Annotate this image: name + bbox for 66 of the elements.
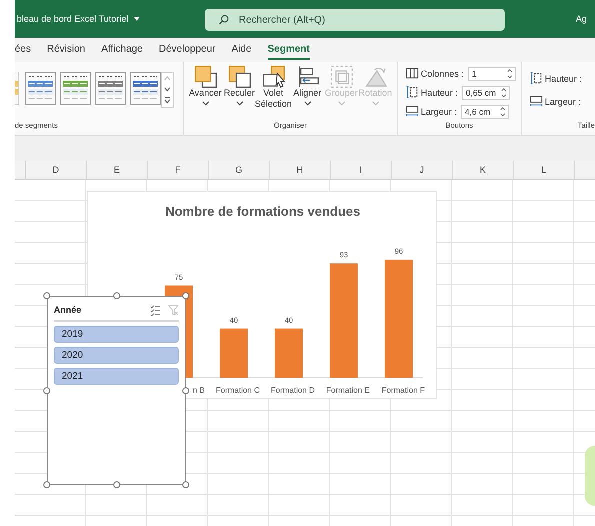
category-label: n B (192, 386, 205, 395)
ribbon-button[interactable]: Aligner (290, 66, 324, 106)
ribbon-button[interactable]: Avancer (188, 66, 222, 106)
height-icon (406, 86, 419, 99)
multi-select-icon[interactable] (150, 304, 161, 316)
ribbon-tab[interactable]: Développeur (159, 40, 216, 60)
number-field[interactable]: 0,65 cm (462, 86, 510, 100)
bring-forward-icon (194, 66, 216, 88)
field-label: Colonnes : (421, 68, 464, 78)
category-label: Formation F (382, 386, 425, 395)
search-icon (219, 15, 229, 25)
column-header[interactable]: J (392, 161, 453, 179)
slicer-item[interactable]: 2021 (54, 368, 179, 385)
bar (275, 328, 303, 378)
width-icon (530, 95, 543, 108)
category-label: Formation C (216, 386, 260, 395)
category-label: Formation D (270, 386, 315, 395)
width-icon (406, 105, 419, 118)
column-header[interactable]: E (87, 161, 148, 179)
rotate-icon (364, 66, 386, 88)
column-header[interactable]: G (209, 161, 270, 179)
search-field[interactable]: Rechercher (Alt+Q) (205, 9, 505, 31)
user-name[interactable]: Ag (576, 14, 587, 24)
group-icon (330, 66, 352, 88)
slicer-item[interactable]: 2020 (54, 347, 179, 364)
field-label: Hauteur : (421, 88, 458, 98)
spinner-icon[interactable] (501, 86, 508, 100)
column-header[interactable]: D (26, 161, 87, 179)
spinner-icon[interactable] (500, 104, 506, 118)
columns-icon (406, 67, 419, 80)
bar (220, 328, 248, 378)
slicer-item[interactable]: 2019 (54, 326, 179, 343)
style-thumbnail[interactable] (130, 72, 161, 105)
style-thumbnail[interactable] (15, 72, 19, 105)
style-thumbnail[interactable] (25, 72, 56, 105)
ribbon-button[interactable]: Reculer (222, 66, 256, 106)
style-thumbnail[interactable] (60, 72, 91, 105)
category-label: Formation E (326, 386, 370, 395)
ribbon-tab[interactable]: Révision (47, 40, 86, 60)
ribbon-tab[interactable]: Segment (268, 40, 310, 60)
column-header[interactable]: K (453, 161, 514, 179)
expand-gallery-icon[interactable] (162, 95, 173, 106)
column-header[interactable]: L (514, 161, 575, 179)
spinner-icon[interactable] (507, 66, 514, 80)
caret-icon[interactable] (134, 17, 140, 21)
ribbon-tab[interactable]: Affichage (101, 40, 143, 60)
field-label: Largeur : (545, 96, 582, 106)
align-icon (296, 66, 318, 88)
number-field[interactable]: 4,6 cm (461, 104, 510, 118)
ribbon-tab[interactable]: ées (15, 40, 32, 60)
field-label: Hauteur : (545, 74, 582, 84)
number-field[interactable]: 1 (468, 66, 516, 80)
ribbon-button[interactable]: Volet Sélection (256, 66, 290, 110)
gallery-scroller[interactable] (161, 72, 174, 108)
column-header[interactable]: F (148, 161, 209, 179)
field-label: Largeur : (421, 106, 458, 116)
ribbon-tab[interactable]: Aide (232, 40, 252, 60)
send-backward-icon (228, 66, 250, 88)
height-icon (530, 72, 543, 85)
slicer-title: Année (54, 305, 83, 315)
document-title[interactable]: bleau de bord Excel Tutoriel (17, 14, 129, 24)
style-thumbnail[interactable] (95, 72, 126, 105)
selection-pane-icon (262, 66, 284, 88)
column-header[interactable]: H (270, 161, 331, 179)
chart-title: Nombre de formations vendues (165, 204, 361, 219)
column-header[interactable]: I (331, 161, 392, 179)
